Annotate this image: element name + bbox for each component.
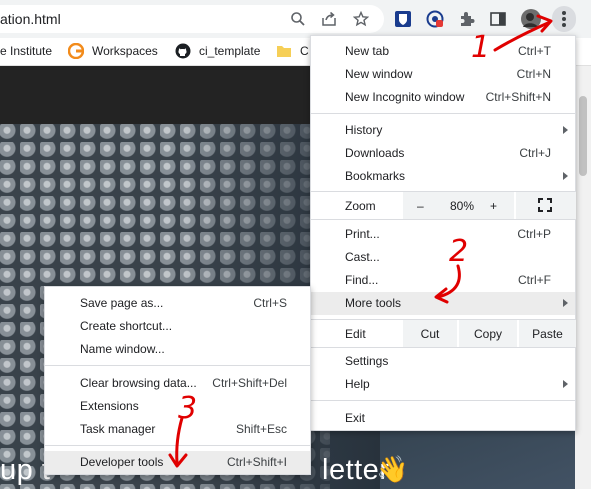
sidepanel-icon[interactable] xyxy=(489,10,507,28)
menu-separator xyxy=(311,400,575,401)
submenu-arrow-icon xyxy=(563,299,568,307)
bookmark-institute[interactable]: e Institute xyxy=(0,44,52,58)
github-icon xyxy=(175,43,191,59)
omnibox[interactable]: ation.html xyxy=(0,5,384,33)
puzzle-icon[interactable] xyxy=(458,10,476,28)
submenu-developer-tools[interactable]: Developer tools Ctrl+Shift+I xyxy=(45,451,310,474)
url-text[interactable]: ation.html xyxy=(0,11,61,27)
submenu-arrow-icon xyxy=(563,380,568,388)
page-scrollbar[interactable] xyxy=(575,66,591,489)
menu-help[interactable]: Help xyxy=(311,373,575,396)
zoom-icon[interactable] xyxy=(290,11,306,27)
menu-downloads[interactable]: Downloads Ctrl+J xyxy=(311,142,575,165)
zoom-in-button[interactable]: + xyxy=(490,199,497,213)
share-icon[interactable] xyxy=(321,11,337,27)
workspaces-icon xyxy=(67,42,85,60)
folder-icon xyxy=(276,43,292,59)
bookmark-workspaces[interactable]: Workspaces xyxy=(92,44,158,58)
profile-avatar[interactable] xyxy=(521,9,541,29)
chrome-main-menu: New tab Ctrl+T New window Ctrl+N New Inc… xyxy=(310,35,576,431)
submenu-name-window[interactable]: Name window... xyxy=(45,338,310,361)
star-icon[interactable] xyxy=(352,10,370,27)
wave-emoji-icon: 👋 xyxy=(376,454,409,484)
bookmark-folder[interactable]: C xyxy=(300,44,309,58)
menu-new-tab[interactable]: New tab Ctrl+T xyxy=(311,40,575,63)
menu-separator xyxy=(311,219,575,220)
more-tools-submenu: Save page as... Ctrl+S Create shortcut..… xyxy=(44,286,311,475)
menu-new-window[interactable]: New window Ctrl+N xyxy=(311,63,575,86)
fullscreen-button[interactable] xyxy=(516,192,576,219)
menu-separator xyxy=(45,445,310,446)
menu-find[interactable]: Find... Ctrl+F xyxy=(311,269,575,292)
hero-text-left: up t xyxy=(0,454,51,486)
submenu-save-page[interactable]: Save page as... Ctrl+S xyxy=(45,292,310,315)
bookmark-ci-template[interactable]: ci_template xyxy=(199,44,260,58)
submenu-arrow-icon xyxy=(563,172,568,180)
submenu-arrow-icon xyxy=(563,126,568,134)
fullscreen-icon xyxy=(538,198,552,212)
annotation-step-1: 1 xyxy=(471,30,491,65)
chrome-menu-icon[interactable] xyxy=(552,6,576,32)
menu-edit: Edit Cut Copy Paste xyxy=(311,320,576,347)
scrollbar-thumb[interactable] xyxy=(579,96,587,176)
menu-settings[interactable]: Settings xyxy=(311,350,575,373)
submenu-create-shortcut[interactable]: Create shortcut... xyxy=(45,315,310,338)
paste-button[interactable]: Paste xyxy=(519,320,576,347)
menu-more-tools[interactable]: More tools xyxy=(311,292,575,315)
zoom-out-button[interactable]: – xyxy=(417,199,424,213)
menu-bookmarks[interactable]: Bookmarks xyxy=(311,165,575,188)
menu-print[interactable]: Print... Ctrl+P xyxy=(311,223,575,246)
browser-toolbar: ation.html xyxy=(0,0,591,38)
menu-separator xyxy=(45,365,310,366)
zoom-level-value: 80% xyxy=(450,199,475,213)
menu-separator xyxy=(311,347,575,348)
cut-button[interactable]: Cut xyxy=(403,320,457,347)
annotation-step-3: 3 xyxy=(178,391,198,426)
menu-history[interactable]: History xyxy=(311,119,575,142)
annotation-step-2: 2 xyxy=(449,234,469,269)
bitwarden-icon[interactable] xyxy=(394,10,412,28)
copy-button[interactable]: Copy xyxy=(459,320,517,347)
menu-zoom: Zoom – 80% + xyxy=(311,192,576,219)
extension-icon[interactable] xyxy=(426,10,444,28)
menu-exit[interactable]: Exit xyxy=(311,407,575,430)
menu-separator xyxy=(311,113,575,114)
menu-cast[interactable]: Cast... xyxy=(311,246,575,269)
menu-new-incognito-window[interactable]: New Incognito window Ctrl+Shift+N xyxy=(311,86,575,109)
